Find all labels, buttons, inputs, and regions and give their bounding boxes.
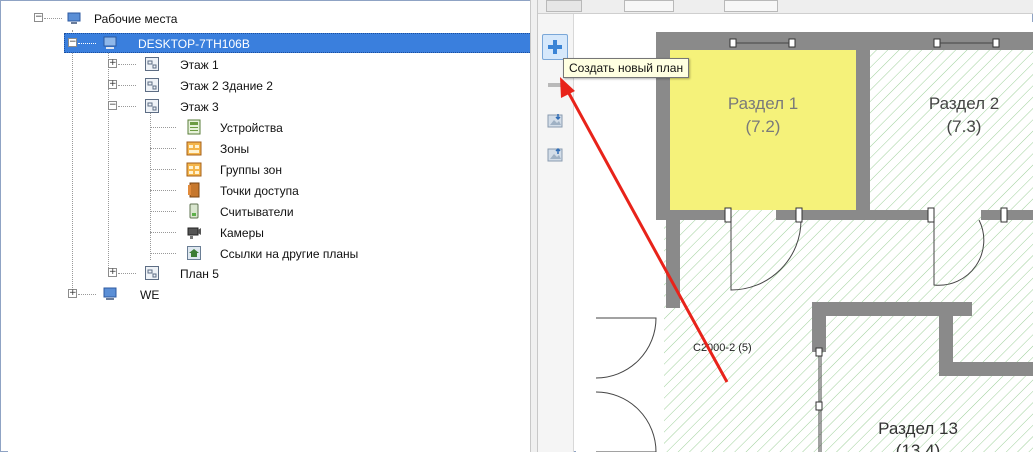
arrow-head: [560, 77, 575, 98]
arrow-line: [564, 87, 729, 383]
create-plan-tooltip: Создать новый план: [563, 58, 690, 78]
annotation-arrow: [560, 77, 729, 383]
